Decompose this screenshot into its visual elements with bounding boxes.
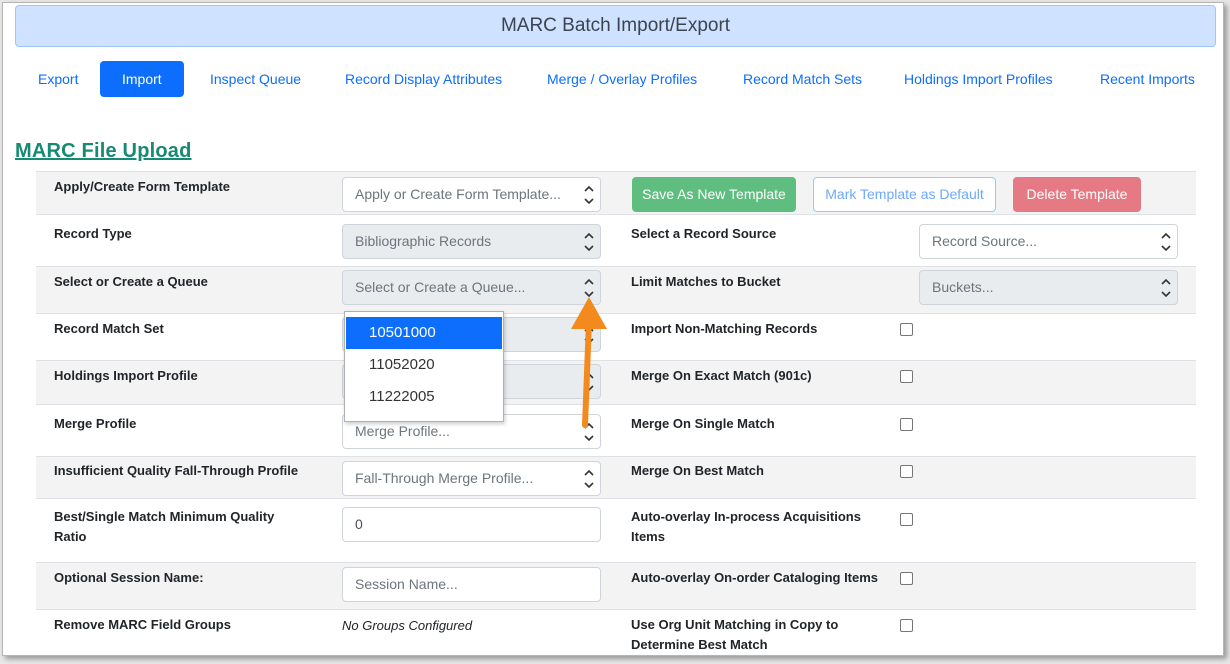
form-row-min-quality: Best/Single Match Minimum Quality Ratio … <box>36 498 1196 562</box>
mark-template-default-button[interactable]: Mark Template as Default <box>813 177 996 212</box>
single-match-checkbox[interactable] <box>900 418 913 431</box>
select-arrows-icon <box>584 468 594 490</box>
min-quality-label-line2: Ratio <box>54 529 87 544</box>
session-name-input[interactable]: Session Name... <box>342 567 601 602</box>
fallthrough-label: Insufficient Quality Fall-Through Profil… <box>54 463 299 478</box>
queue-placeholder: Select or Create a Queue... <box>355 279 526 295</box>
select-arrows-icon <box>1161 277 1171 299</box>
queue-option[interactable]: 11052020 <box>345 349 503 381</box>
tab-holdings-import-profiles[interactable]: Holdings Import Profiles <box>904 61 1053 97</box>
fallthrough-select[interactable]: Fall-Through Merge Profile... <box>342 461 601 496</box>
best-match-checkbox[interactable] <box>900 465 913 478</box>
exact-match-checkbox[interactable] <box>900 370 913 383</box>
bucket-select[interactable]: Buckets... <box>919 270 1178 305</box>
exact-match-label: Merge On Exact Match (901c) <box>631 368 812 383</box>
template-select[interactable]: Apply or Create Form Template... <box>342 177 601 212</box>
section-title: MARC File Upload <box>15 140 192 162</box>
tab-recent-imports[interactable]: Recent Imports <box>1100 61 1195 97</box>
record-type-value: Bibliographic Records <box>355 233 492 249</box>
page-title: MARC Batch Import/Export <box>500 15 731 36</box>
min-quality-input[interactable]: 0 <box>342 507 601 542</box>
match-set-label: Record Match Set <box>54 321 164 336</box>
record-type-select[interactable]: Bibliographic Records <box>342 224 601 259</box>
org-unit-label-line1: Use Org Unit Matching in Copy to <box>631 617 839 632</box>
app-window: MARC Batch Import/Export Export Import I… <box>2 2 1224 656</box>
nav-tabs: Export Import Inspect Queue Record Displ… <box>3 61 1223 99</box>
tab-export[interactable]: Export <box>38 61 78 97</box>
tab-record-display-attributes[interactable]: Record Display Attributes <box>345 61 502 97</box>
form-row-record-type: Record Type Bibliographic Records Select… <box>36 214 1196 266</box>
best-match-label: Merge On Best Match <box>631 463 764 478</box>
merge-profile-placeholder: Merge Profile... <box>355 423 450 439</box>
template-label: Apply/Create Form Template <box>54 179 231 194</box>
tab-import[interactable]: Import <box>100 61 184 97</box>
org-unit-label: Use Org Unit Matching in Copy to Determi… <box>631 615 838 655</box>
order-items-label: Auto-overlay On-order Cataloging Items <box>631 570 879 585</box>
page-header: MARC Batch Import/Export <box>15 5 1216 47</box>
acq-items-label-line1: Auto-overlay In-process Acquisitions <box>631 509 861 524</box>
bucket-placeholder: Buckets... <box>932 279 994 295</box>
select-arrows-icon <box>584 231 594 253</box>
record-source-label: Select a Record Source <box>631 226 777 241</box>
acq-items-label-line2: Items <box>631 529 665 544</box>
template-placeholder: Apply or Create Form Template... <box>355 186 561 202</box>
form-row-template: Apply/Create Form Template Apply or Crea… <box>36 171 1196 214</box>
tab-merge-overlay-profiles[interactable]: Merge / Overlay Profiles <box>547 61 697 97</box>
field-groups-value: No Groups Configured <box>342 618 473 633</box>
record-source-placeholder: Record Source... <box>932 233 1038 249</box>
save-as-new-template-button[interactable]: Save As New Template <box>632 177 796 212</box>
bucket-label: Limit Matches to Bucket <box>631 274 781 289</box>
tab-inspect-queue[interactable]: Inspect Queue <box>210 61 301 97</box>
delete-template-button[interactable]: Delete Template <box>1013 177 1141 212</box>
min-quality-label-line1: Best/Single Match Minimum Quality <box>54 509 275 524</box>
holdings-profile-label: Holdings Import Profile <box>54 368 198 383</box>
record-type-label: Record Type <box>54 226 132 241</box>
annotation-arrow-icon <box>571 297 607 428</box>
queue-option[interactable]: 11222005 <box>345 381 503 413</box>
form-row-field-groups: Remove MARC Field Groups No Groups Confi… <box>36 609 1196 655</box>
order-items-checkbox[interactable] <box>900 572 913 585</box>
field-groups-label: Remove MARC Field Groups <box>54 617 231 632</box>
queue-option[interactable]: 10501000 <box>346 317 502 349</box>
tab-record-match-sets[interactable]: Record Match Sets <box>743 61 862 97</box>
org-unit-label-line2: Determine Best Match <box>631 637 768 652</box>
merge-profile-label: Merge Profile <box>54 416 137 431</box>
form-row-fallthrough: Insufficient Quality Fall-Through Profil… <box>36 456 1196 498</box>
single-match-label: Merge On Single Match <box>631 416 775 431</box>
queue-dropdown-list: 10501000 11052020 11222005 <box>344 311 504 422</box>
select-arrows-icon <box>1161 231 1171 253</box>
form-row-session-name: Optional Session Name: Session Name... A… <box>36 562 1196 609</box>
non-matching-checkbox[interactable] <box>900 323 913 336</box>
acq-items-checkbox[interactable] <box>900 513 913 526</box>
acq-items-label: Auto-overlay In-process Acquisitions Ite… <box>631 507 861 547</box>
min-quality-label: Best/Single Match Minimum Quality Ratio <box>54 507 274 547</box>
session-name-label: Optional Session Name: <box>54 570 204 585</box>
queue-label: Select or Create a Queue <box>54 274 208 289</box>
org-unit-checkbox[interactable] <box>900 619 913 632</box>
select-arrows-icon <box>584 184 594 206</box>
fallthrough-placeholder: Fall-Through Merge Profile... <box>355 470 534 486</box>
record-source-select[interactable]: Record Source... <box>919 224 1178 259</box>
non-matching-label: Import Non-Matching Records <box>631 321 818 336</box>
